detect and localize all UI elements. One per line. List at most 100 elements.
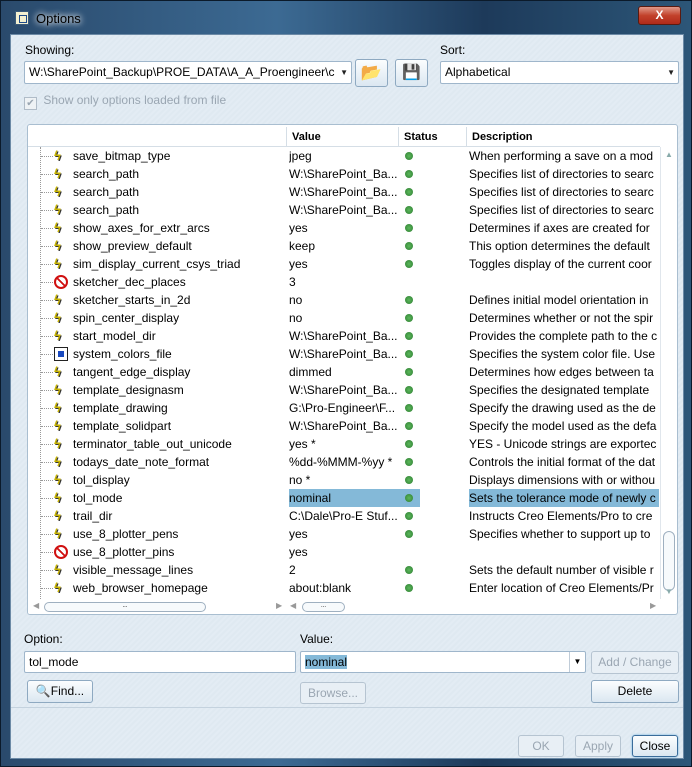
option-name: tol_mode — [73, 491, 123, 505]
scroll-up-icon[interactable]: ▲ — [665, 150, 673, 159]
status-cell — [399, 363, 420, 381]
status-cell — [399, 435, 420, 453]
table-row[interactable]: ϟ save_bitmap_type jpeg When performing a s… — [28, 147, 660, 165]
showing-dropdown[interactable]: W:\SharePoint_Backup\PROE_DATA\A_A_Proen… — [24, 61, 352, 84]
option-value: G:\Pro-Engineer\F... — [289, 401, 396, 415]
window-icon — [15, 11, 29, 25]
save-file-button[interactable]: 💾 — [395, 59, 428, 87]
status-cell — [399, 345, 420, 363]
table-row[interactable]: ϟ show_axes_for_extr_arcs yes Determines if… — [28, 219, 660, 237]
scroll-right-icon[interactable]: ▶ — [276, 601, 282, 610]
lightning-icon: ϟ — [54, 220, 61, 235]
option-description: When performing a save on a mod — [469, 149, 654, 163]
option-name: terminator_table_out_unicode — [73, 437, 232, 451]
option-value: %dd-%MMM-%yy * — [289, 455, 393, 469]
show-only-loaded-checkbox[interactable]: ✔ Show only options loaded from file — [24, 93, 226, 110]
option-description: Provides the complete path to the c — [469, 329, 658, 343]
table-row[interactable]: ϟ spin_center_display no Determines whether… — [28, 309, 660, 327]
table-row[interactable]: ϟ template_designasm W:\SharePoint_Ba... Sp… — [28, 381, 660, 399]
lightning-icon: ϟ — [54, 526, 61, 541]
sort-dropdown[interactable]: Alphabetical ▼ — [440, 61, 679, 84]
status-cell — [399, 147, 420, 165]
tree-connector — [41, 462, 53, 463]
status-cell — [399, 453, 420, 471]
tree-connector — [41, 318, 53, 319]
add-change-button[interactable]: Add / Change — [591, 651, 679, 674]
table-row[interactable]: ϟ tol_display no * Displays dimensions with… — [28, 471, 660, 489]
delete-button[interactable]: Delete — [591, 680, 679, 703]
option-input[interactable]: tol_mode — [24, 651, 296, 673]
option-value: dimmed — [289, 365, 332, 379]
value-combobox[interactable]: nominal ▼ — [300, 651, 586, 673]
option-value: W:\SharePoint_Ba... — [289, 347, 398, 361]
scroll-right-icon[interactable]: ▶ — [650, 601, 656, 610]
scroll-left-icon[interactable]: ◀ — [33, 601, 39, 610]
table-row[interactable]: ϟ use_8_plotter_pens yes Specifies whether … — [28, 525, 660, 543]
table-row[interactable]: ϟ template_solidpart W:\SharePoint_Ba... Sp… — [28, 417, 660, 435]
lightning-icon: ϟ — [54, 490, 61, 505]
ok-button[interactable]: OK — [518, 735, 564, 757]
tree-connector — [41, 390, 53, 391]
table-row[interactable]: system_colors_file W:\SharePoint_Ba... Spe… — [28, 345, 660, 363]
status-ok-icon — [405, 206, 413, 214]
table-row[interactable]: ϟ search_path W:\SharePoint_Ba... Specifies… — [28, 165, 660, 183]
table-row[interactable]: ϟ search_path W:\SharePoint_Ba... Specifies… — [28, 201, 660, 219]
tree-connector — [41, 264, 53, 265]
option-description: Specifies list of directories to searc — [469, 167, 654, 181]
table-row[interactable]: ϟ visible_message_lines 2 Sets the default … — [28, 561, 660, 579]
close-button[interactable]: Close — [632, 735, 678, 757]
find-button[interactable]: 🔍Find... — [27, 680, 93, 703]
scroll-left-icon[interactable]: ◀ — [290, 601, 296, 610]
table-row[interactable]: ϟ sketcher_starts_in_2d no Defines initial … — [28, 291, 660, 309]
table-row[interactable]: ϟ terminator_table_out_unicode yes * YES - … — [28, 435, 660, 453]
table-header: Value Status Description — [28, 127, 660, 147]
tree-connector — [41, 210, 53, 211]
status-cell — [399, 273, 420, 291]
title-bar[interactable]: Options X — [1, 1, 692, 33]
table-row[interactable]: ϟ tol_mode nominal Sets the tolerance mode … — [28, 489, 660, 507]
tree-connector — [41, 354, 53, 355]
table-row[interactable]: sketcher_dec_places 3 — [28, 273, 660, 291]
hscroll-thumb[interactable]: ... — [44, 602, 206, 612]
prohibited-icon — [54, 545, 68, 559]
name-column-hscrollbar[interactable]: ◀ ... ▶ — [28, 599, 286, 614]
table-row[interactable]: ϟ tangent_edge_display dimmed Determines ho… — [28, 363, 660, 381]
scroll-down-icon[interactable]: ▼ — [665, 587, 673, 596]
browse-button[interactable]: Browse... — [300, 682, 366, 704]
option-value: W:\SharePoint_Ba... — [289, 419, 398, 433]
option-description: Instructs Creo Elements/Pro to cre — [469, 509, 653, 523]
vertical-scrollbar[interactable]: ▲ ▼ — [660, 147, 677, 599]
value-column-hscrollbar[interactable]: ◀ ... ▶ — [290, 599, 660, 614]
window-close-button[interactable]: X — [638, 6, 681, 25]
status-cell — [399, 561, 420, 579]
table-row[interactable]: ϟ sim_display_current_csys_triad yes Toggle… — [28, 255, 660, 273]
sort-value: Alphabetical — [445, 65, 511, 79]
hscroll-thumb[interactable]: ... — [302, 602, 345, 612]
table-row[interactable]: ϟ show_preview_default keep This option det… — [28, 237, 660, 255]
column-header-value[interactable]: Value — [286, 127, 398, 147]
table-row[interactable]: ϟ search_path W:\SharePoint_Ba... Specifies… — [28, 183, 660, 201]
open-file-button[interactable]: 📂 — [355, 59, 388, 87]
table-row[interactable]: ϟ trail_dir C:\Dale\Pro-E Stuf... Instructs… — [28, 507, 660, 525]
lightning-icon: ϟ — [54, 508, 61, 523]
table-row[interactable]: ϟ template_drawing G:\Pro-Engineer\F... Spe… — [28, 399, 660, 417]
apply-button[interactable]: Apply — [575, 735, 621, 757]
tree-connector — [41, 174, 53, 175]
chevron-down-icon[interactable]: ▼ — [569, 652, 585, 672]
option-description: Determines whether or not the spir — [469, 311, 654, 325]
table-row[interactable]: ϟ start_model_dir W:\SharePoint_Ba... Provi… — [28, 327, 660, 345]
column-header-description[interactable]: Description — [466, 127, 660, 147]
vertical-scroll-thumb[interactable] — [663, 531, 675, 591]
option-value: yes * — [289, 437, 316, 451]
table-row[interactable]: use_8_plotter_pins yes — [28, 543, 660, 561]
status-ok-icon — [405, 584, 413, 592]
status-cell — [399, 183, 420, 201]
table-row[interactable]: ϟ todays_date_note_format %dd-%MMM-%yy * Co… — [28, 453, 660, 471]
status-ok-icon — [405, 566, 413, 574]
column-header-name[interactable] — [28, 127, 286, 147]
option-name: sim_display_current_csys_triad — [73, 257, 241, 271]
status-ok-icon — [405, 188, 413, 196]
column-header-status[interactable]: Status — [398, 127, 466, 147]
option-name: spin_center_display — [73, 311, 180, 325]
table-row[interactable]: ϟ web_browser_homepage about:blank Enter lo… — [28, 579, 660, 597]
